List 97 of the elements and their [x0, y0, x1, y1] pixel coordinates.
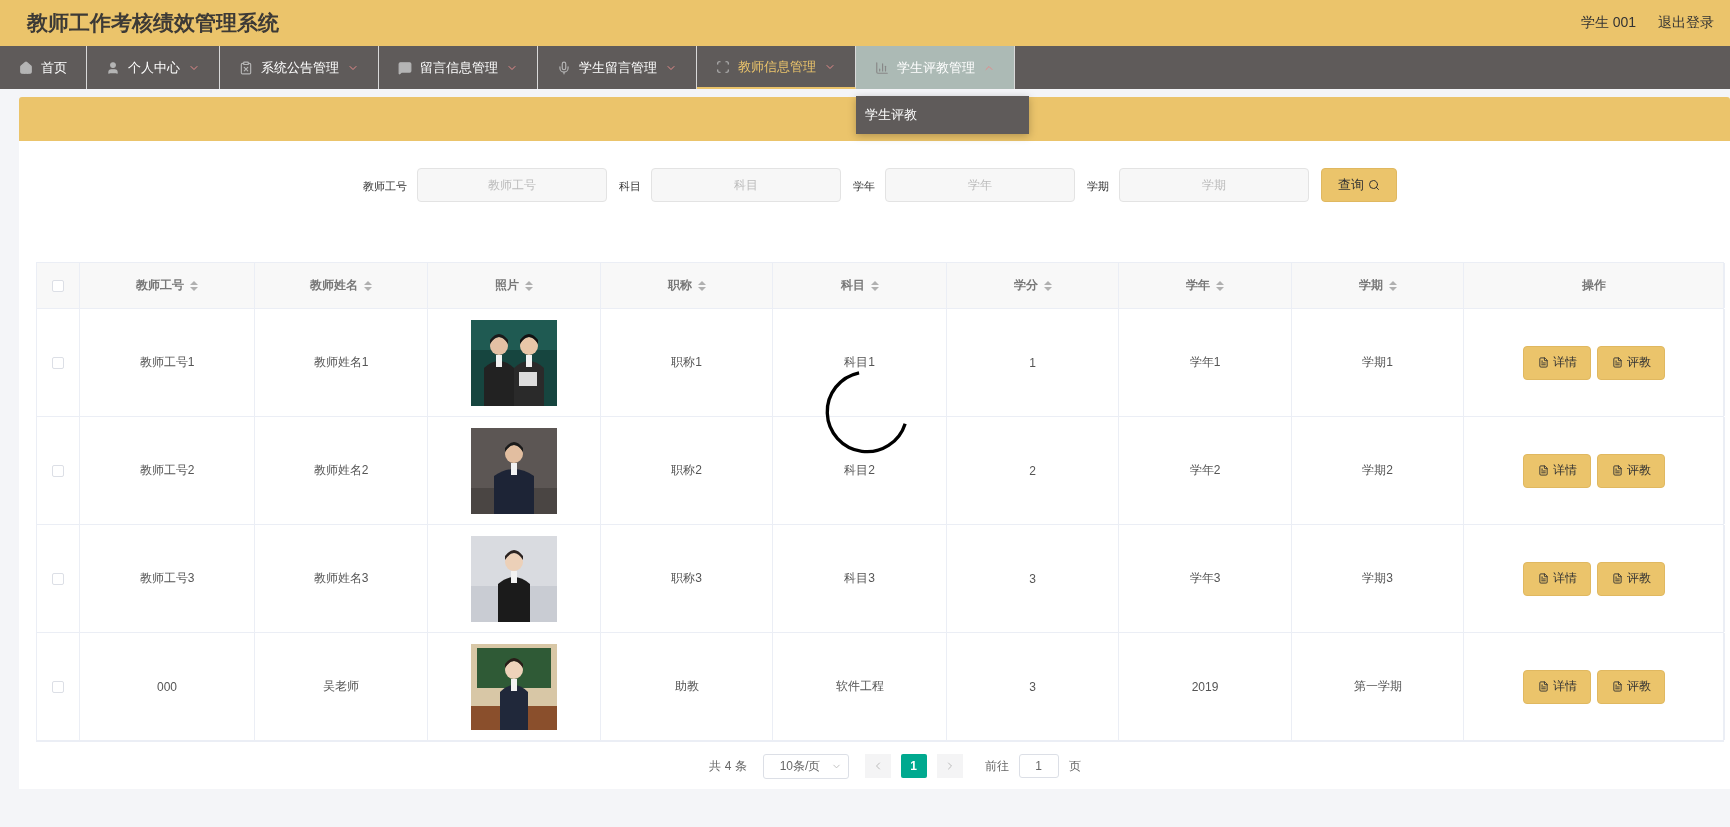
document-icon — [1537, 357, 1549, 368]
table-cell: 000 — [157, 679, 177, 694]
field-label: 教师工号 — [363, 179, 407, 194]
page-size-select[interactable]: 10条/页 — [762, 753, 849, 779]
table-cell: 学年1 — [1189, 354, 1221, 371]
sort-icon[interactable] — [870, 280, 879, 291]
field-label: 学年 — [853, 179, 875, 194]
checkbox[interactable] — [52, 464, 64, 477]
next-page-button[interactable] — [936, 754, 963, 778]
evaluate-button[interactable]: 评教 — [1597, 345, 1665, 380]
sort-icon[interactable] — [1043, 280, 1052, 291]
table-cell: 教师姓名1 — [313, 354, 369, 371]
document-icon — [1537, 465, 1549, 476]
table-cell: 学年3 — [1189, 570, 1221, 587]
clipboard-icon — [239, 60, 253, 75]
column-header: 学期 — [1358, 277, 1383, 294]
column-header: 学分 — [1013, 277, 1038, 294]
column-header: 学年 — [1186, 277, 1210, 294]
bar-chart-icon — [875, 60, 889, 75]
column-header: 操作 — [1582, 277, 1606, 294]
table-cell: 1 — [1029, 355, 1036, 370]
previous-page-button[interactable] — [864, 754, 891, 778]
column-header: 科目 — [840, 277, 865, 294]
document-icon — [1537, 681, 1549, 692]
dropdown-item[interactable]: 学生评教 — [856, 96, 1029, 134]
details-button[interactable]: 详情 — [1523, 669, 1591, 704]
document-icon — [1611, 465, 1623, 476]
home-icon — [19, 60, 33, 75]
nav-menu-item[interactable]: 学生留言管理 — [538, 46, 697, 89]
table-cell: 3 — [1029, 571, 1036, 586]
column-header: 职称 — [667, 277, 692, 294]
message-icon — [398, 60, 412, 75]
column-header: 教师姓名 — [310, 277, 358, 294]
evaluate-button[interactable]: 评教 — [1597, 669, 1665, 704]
search-icon — [1368, 179, 1380, 191]
nav-menu-item[interactable]: 系统公告管理 — [220, 46, 379, 89]
sort-icon[interactable] — [1388, 280, 1397, 291]
document-icon — [1537, 573, 1549, 584]
sort-icon[interactable] — [525, 280, 533, 291]
nav-menu-item[interactable]: 首页 — [0, 46, 87, 89]
table-cell: 3 — [1029, 679, 1036, 694]
nav-menu-item[interactable]: 个人中心 — [87, 46, 220, 89]
sort-icon[interactable] — [364, 280, 372, 291]
table-cell: 职称1 — [671, 354, 702, 371]
table-cell: 学期2 — [1362, 462, 1393, 479]
search-field[interactable]: 学期 — [1119, 168, 1309, 202]
checkbox[interactable] — [52, 356, 64, 369]
user-name: 学生 001 — [1580, 14, 1636, 32]
frame-icon — [716, 59, 730, 74]
sort-icon[interactable] — [697, 280, 706, 291]
table-cell: 学年2 — [1189, 462, 1221, 479]
table-cell: 第一学期 — [1353, 678, 1402, 695]
document-icon — [1611, 357, 1623, 368]
search-button[interactable]: 查询 — [1321, 168, 1397, 202]
details-button[interactable]: 详情 — [1523, 453, 1591, 488]
search-field[interactable]: 学年 — [885, 168, 1075, 202]
table-cell: 软件工程 — [835, 678, 884, 695]
sort-icon[interactable] — [190, 280, 198, 291]
app-title: 教师工作考核绩效管理系统 — [27, 10, 279, 36]
document-icon — [1611, 681, 1623, 692]
table-cell: 科目2 — [844, 462, 875, 479]
logout-link[interactable]: 退出登录 — [1658, 14, 1714, 32]
document-icon — [1611, 573, 1623, 584]
table-cell: 2019 — [1191, 679, 1219, 694]
microphone-icon — [557, 60, 571, 75]
nav-menu-item[interactable]: 留言信息管理 — [379, 46, 538, 89]
table-cell: 学期1 — [1362, 354, 1393, 371]
table-cell: 教师工号1 — [139, 354, 195, 371]
table-cell: 教师姓名3 — [313, 570, 369, 587]
evaluate-button[interactable]: 评教 — [1597, 561, 1665, 596]
table-cell: 职称3 — [671, 570, 702, 587]
table-cell: 教师工号3 — [139, 570, 195, 587]
details-button[interactable]: 详情 — [1523, 561, 1591, 596]
table-cell: 吴老师 — [323, 678, 359, 695]
column-header: 教师工号 — [136, 277, 184, 294]
goto-page-field[interactable]: 1 — [1018, 754, 1059, 778]
page-suffix: 页 — [1068, 757, 1081, 775]
table-cell: 教师姓名2 — [313, 462, 369, 479]
user-icon — [106, 60, 120, 75]
table-cell: 科目3 — [844, 570, 875, 587]
sort-icon[interactable] — [1216, 280, 1224, 291]
table-cell: 教师工号2 — [139, 462, 195, 479]
field-label: 科目 — [619, 179, 641, 194]
table-cell: 科目1 — [844, 354, 875, 371]
checkbox[interactable] — [52, 680, 64, 693]
goto-label: 前往 — [984, 757, 1009, 775]
evaluate-button[interactable]: 评教 — [1597, 453, 1665, 488]
table-cell: 2 — [1029, 463, 1036, 478]
table-cell: 职称2 — [671, 462, 702, 479]
column-header: 照片 — [495, 277, 519, 294]
table-cell: 学期3 — [1362, 570, 1393, 587]
total-count: 共 4 条 — [709, 757, 747, 775]
details-button[interactable]: 详情 — [1523, 345, 1591, 380]
table-cell: 助教 — [674, 678, 699, 695]
field-label: 学期 — [1087, 179, 1109, 194]
checkbox[interactable] — [52, 572, 64, 585]
checkbox[interactable] — [52, 279, 64, 292]
